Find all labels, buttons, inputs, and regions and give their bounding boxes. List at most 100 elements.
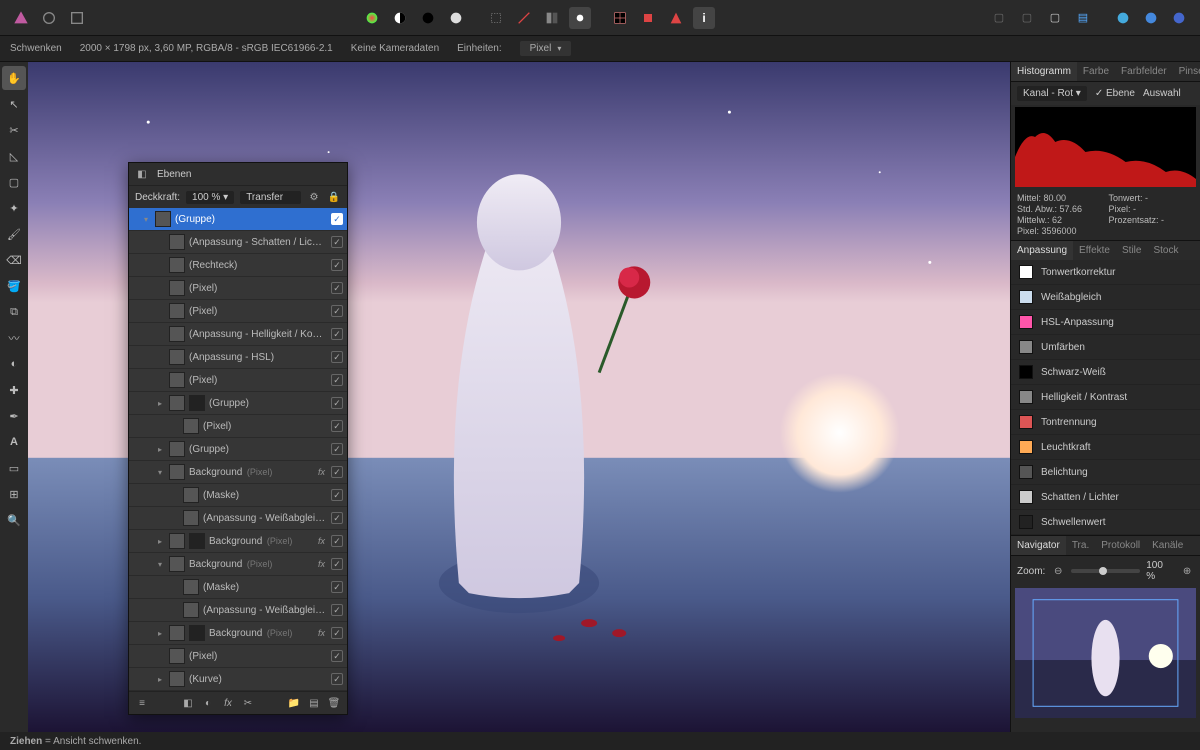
group-icon[interactable]: ▢ — [1044, 7, 1066, 29]
zoom-slider[interactable] — [1071, 569, 1140, 573]
tab-pinsel[interactable]: Pinsel — [1173, 62, 1200, 81]
align-icon[interactable]: ▤ — [1072, 7, 1094, 29]
opacity-select[interactable]: 100 % ▾ — [186, 191, 234, 204]
tab-anpassung[interactable]: Anpassung — [1011, 241, 1073, 260]
tool-heal[interactable]: ✚ — [2, 378, 26, 402]
adjustment-umf-rben[interactable]: Umfärben — [1011, 335, 1200, 360]
canvas[interactable]: ◧ Ebenen Deckkraft: 100 % ▾ Transfer ⚙ 🔒… — [28, 62, 1010, 732]
layer-row[interactable]: (Anpassung - Helligkeit / Kontrast) ✓ — [129, 323, 347, 346]
app-logo-icon[interactable] — [10, 7, 32, 29]
adjustment-belichtung[interactable]: Belichtung — [1011, 460, 1200, 485]
arrange-front-icon[interactable]: ▢ — [1016, 7, 1038, 29]
adjustment-schwarz-wei-[interactable]: Schwarz-Weiß — [1011, 360, 1200, 385]
tool-pen[interactable]: ✒ — [2, 404, 26, 428]
layer-row[interactable]: ▸(Gruppe) ✓ — [129, 392, 347, 415]
delete-layer-icon[interactable]: 🗑 — [327, 696, 341, 710]
tool-flood-select[interactable]: ✦ — [2, 196, 26, 220]
folder-icon[interactable]: 📁 — [287, 696, 301, 710]
snapping-icon[interactable] — [665, 7, 687, 29]
fx-icon[interactable]: fx — [221, 696, 235, 710]
add-layer-icon[interactable]: ▤ — [307, 696, 321, 710]
adjustment-schwellenwert[interactable]: Schwellenwert — [1011, 510, 1200, 535]
layer-row[interactable]: (Anpassung - Schatten / Lichter) ✓ — [129, 231, 347, 254]
layer-row[interactable]: ▾(Gruppe) ✓ — [129, 208, 347, 231]
tab-farbfelder[interactable]: Farbfelder — [1115, 62, 1173, 81]
tool-text[interactable]: A — [2, 430, 26, 454]
contrast-icon[interactable] — [389, 7, 411, 29]
tool-shape[interactable]: ▭ — [2, 456, 26, 480]
tool-brush[interactable]: 🖌 — [2, 222, 26, 246]
mask-icon[interactable]: ◧ — [181, 696, 195, 710]
tab-effekte[interactable]: Effekte — [1073, 241, 1116, 260]
adjustment-wei-abgleich[interactable]: Weißabgleich — [1011, 285, 1200, 310]
arrange-back-icon[interactable]: ▢ — [988, 7, 1010, 29]
tab-navigator[interactable]: Navigator — [1011, 536, 1066, 555]
selection-rect-icon[interactable] — [485, 7, 507, 29]
crop-layer-icon[interactable]: ✂ — [241, 696, 255, 710]
tool-erase[interactable]: ⌫ — [2, 248, 26, 272]
layer-row[interactable]: (Pixel) ✓ — [129, 277, 347, 300]
hue-wheel-icon[interactable] — [417, 7, 439, 29]
layer-row[interactable]: (Pixel) ✓ — [129, 300, 347, 323]
refine-icon[interactable] — [541, 7, 563, 29]
adjustment-tontrennung[interactable]: Tontrennung — [1011, 410, 1200, 435]
assistant-icon[interactable]: i — [693, 7, 715, 29]
tab-histogramm[interactable]: Histogramm — [1011, 62, 1077, 81]
help-icon[interactable] — [1112, 7, 1134, 29]
adjustment-hsl-anpassung[interactable]: HSL-Anpassung — [1011, 310, 1200, 335]
histogram-channel-select[interactable]: Kanal - Rot ▾ — [1017, 86, 1087, 101]
tool-node[interactable]: ◺ — [2, 144, 26, 168]
layer-row[interactable]: (Pixel) ✓ — [129, 415, 347, 438]
store-icon[interactable] — [1168, 7, 1190, 29]
grid-icon[interactable] — [609, 7, 631, 29]
layer-row[interactable]: ▸Background (Pixel)fx✓ — [129, 622, 347, 645]
layer-row[interactable]: ▾Background (Pixel)fx✓ — [129, 461, 347, 484]
layer-row[interactable]: (Maske) ✓ — [129, 576, 347, 599]
zoom-in-icon[interactable]: ⊕ — [1180, 564, 1194, 578]
vignette-icon[interactable] — [445, 7, 467, 29]
tab-tra.[interactable]: Tra. — [1066, 536, 1095, 555]
tool-marquee[interactable]: ▢ — [2, 170, 26, 194]
pixel-grid-icon[interactable] — [637, 7, 659, 29]
adjustment-icon[interactable]: ◐ — [201, 696, 215, 710]
layer-row[interactable]: (Maske) ✓ — [129, 484, 347, 507]
gear-icon[interactable]: ⚙ — [307, 190, 321, 204]
layer-row[interactable]: ▾Background (Pixel)fx✓ — [129, 553, 347, 576]
layer-row[interactable]: (Anpassung - Weißabgleich) ✓ — [129, 507, 347, 530]
tool-move[interactable]: ↖ — [2, 92, 26, 116]
tool-fill[interactable]: 🪣 — [2, 274, 26, 298]
tool-crop[interactable]: ✂ — [2, 118, 26, 142]
layer-row[interactable]: (Anpassung - HSL) ✓ — [129, 346, 347, 369]
lock-icon[interactable]: 🔒 — [327, 190, 341, 204]
tool-dodge[interactable]: ◐ — [2, 352, 26, 376]
units-select[interactable]: Pixel▾ — [520, 41, 572, 56]
adjustment-helligkeit-kontrast[interactable]: Helligkeit / Kontrast — [1011, 385, 1200, 410]
layer-row[interactable]: (Pixel) ✓ — [129, 369, 347, 392]
tool-smudge[interactable]: 〰 — [2, 326, 26, 350]
tab-farbe[interactable]: Farbe — [1077, 62, 1115, 81]
blend-mode-select[interactable]: Transfer — [240, 191, 301, 204]
tool-clone[interactable]: ⧉ — [2, 300, 26, 324]
layer-row[interactable]: ▸Background (Pixel)fx✓ — [129, 530, 347, 553]
histogram-auswahl[interactable]: Auswahl — [1143, 88, 1181, 99]
tab-kanäle[interactable]: Kanäle — [1146, 536, 1189, 555]
tool-hand[interactable]: ✋ — [2, 66, 26, 90]
panel-menu-icon[interactable]: ◧ — [135, 167, 149, 181]
quick-mask-icon[interactable] — [569, 7, 591, 29]
layer-stack-icon[interactable]: ≡ — [135, 696, 149, 710]
tab-protokoll[interactable]: Protokoll — [1095, 536, 1146, 555]
tab-stock[interactable]: Stock — [1147, 241, 1184, 260]
adjustment-schatten-lichter[interactable]: Schatten / Lichter — [1011, 485, 1200, 510]
tab-stile[interactable]: Stile — [1116, 241, 1147, 260]
histogram-ebene-check[interactable]: ✓ Ebene — [1095, 88, 1135, 99]
persona-develop-icon[interactable] — [66, 7, 88, 29]
zoom-out-icon[interactable]: ⊖ — [1051, 564, 1065, 578]
layer-row[interactable]: (Rechteck) ✓ — [129, 254, 347, 277]
layer-row[interactable]: ▸(Kurve) ✓ — [129, 668, 347, 691]
account-icon[interactable] — [1140, 7, 1162, 29]
adjustment-leuchtkraft[interactable]: Leuchtkraft — [1011, 435, 1200, 460]
tool-zoom[interactable]: 🔍 — [2, 508, 26, 532]
layers-panel[interactable]: ◧ Ebenen Deckkraft: 100 % ▾ Transfer ⚙ 🔒… — [128, 162, 348, 715]
tool-mesh[interactable]: ⊞ — [2, 482, 26, 506]
adjustment-tonwertkorrektur[interactable]: Tonwertkorrektur — [1011, 260, 1200, 285]
